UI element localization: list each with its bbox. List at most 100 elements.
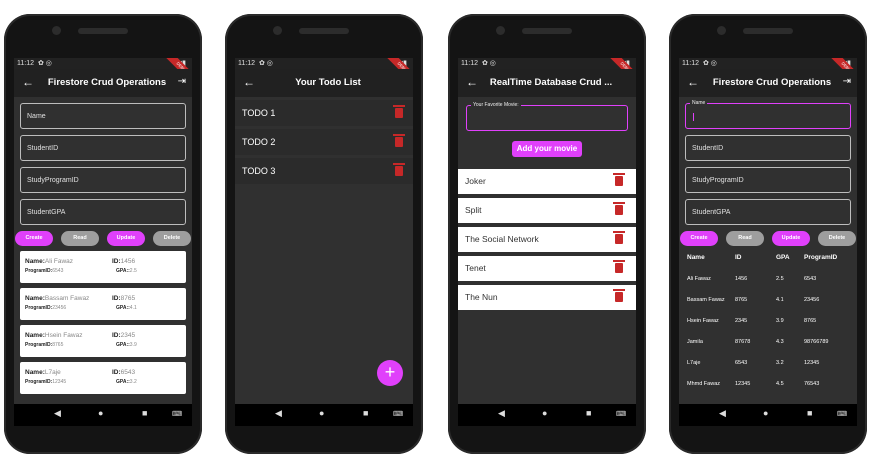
name-label: Name: <box>25 332 45 339</box>
app-bar: ← Firestore Crud Operations ⇥ <box>679 69 857 97</box>
back-arrow-icon[interactable]: ← <box>687 75 699 89</box>
nav-back-icon[interactable]: ◀ <box>54 408 61 419</box>
status-bar: 11:12✿ ◎ ▾◢▮ DEBUG <box>235 58 413 85</box>
nav-home-icon[interactable]: ● <box>319 408 324 418</box>
update-button[interactable]: Update <box>107 231 145 246</box>
cell-program: 8765 <box>804 317 817 324</box>
movie-item[interactable]: The Social Network <box>458 227 636 252</box>
cell-name: Bassam Fawaz <box>687 296 725 303</box>
status-time: 11:12 <box>238 60 255 67</box>
keyboard-icon[interactable]: ⌨ <box>393 410 403 418</box>
logout-icon[interactable]: ⇥ <box>178 76 186 87</box>
name-label: Name: <box>25 258 45 265</box>
student-card[interactable]: Name:L7aje ProgramID:12345 ID:6543 GPA::… <box>20 362 186 394</box>
table-row[interactable]: L7aje 6543 3.2 12345 <box>683 352 841 373</box>
student-id: 1456 <box>120 258 136 265</box>
table-row[interactable]: Mhmd Fawaz 12345 4.5 76543 <box>683 373 841 394</box>
table-row[interactable]: Hsein Fawaz 2345 3.9 8765 <box>683 310 841 331</box>
name-field[interactable]: Name <box>685 100 851 129</box>
camera <box>273 26 282 35</box>
page-title: Your Todo List <box>295 77 361 88</box>
table-row[interactable]: Jamila 87678 4.3 98766789 <box>683 331 841 352</box>
android-nav-bar: ◀ ● ■ ⌨ <box>458 404 636 426</box>
todo-item[interactable]: TODO 3 <box>235 158 413 184</box>
cell-gpa: 4.1 <box>776 296 784 303</box>
movie-item[interactable]: Joker <box>458 169 636 194</box>
movie-item[interactable]: The Nun <box>458 285 636 310</box>
keyboard-icon[interactable]: ⌨ <box>616 410 626 418</box>
keyboard-icon[interactable]: ⌨ <box>172 410 182 418</box>
nav-back-icon[interactable]: ◀ <box>498 408 505 419</box>
nav-home-icon[interactable]: ● <box>763 408 768 418</box>
table-row[interactable]: Ali Fawaz 1456 2.5 6543 <box>683 268 841 289</box>
student-card[interactable]: Name:Hsein Fawaz ProgramID:8765 ID:2345 … <box>20 325 186 357</box>
cell-id: 6543 <box>735 359 748 366</box>
read-button[interactable]: Read <box>61 231 99 246</box>
cell-id: 1456 <box>735 275 748 282</box>
camera <box>496 26 505 35</box>
study-program-id-field[interactable]: StudyProgramID <box>685 167 851 193</box>
cell-name: Mhmd Fawaz <box>687 380 721 387</box>
nav-recents-icon[interactable]: ■ <box>363 408 368 418</box>
delete-button[interactable]: Delete <box>818 231 856 246</box>
screen: 11:12✿ ◎ ▾◢▮ DEBUG ← Firestore Crud Oper… <box>14 58 192 426</box>
back-arrow-icon[interactable]: ← <box>243 75 255 89</box>
delete-button[interactable]: Delete <box>153 231 191 246</box>
keyboard-icon[interactable]: ⌨ <box>837 410 847 418</box>
add-todo-button[interactable]: + <box>377 360 403 386</box>
nav-home-icon[interactable]: ● <box>542 408 547 418</box>
create-button[interactable]: Create <box>680 231 718 246</box>
student-gpa-field[interactable]: StudentGPA <box>685 199 851 225</box>
back-arrow-icon[interactable]: ← <box>22 75 34 89</box>
trash-icon[interactable] <box>393 163 405 176</box>
page-title: Firestore Crud Operations <box>712 77 832 88</box>
back-arrow-icon[interactable]: ← <box>466 75 478 89</box>
logout-icon[interactable]: ⇥ <box>843 76 851 87</box>
movie-item[interactable]: Split <box>458 198 636 223</box>
read-button[interactable]: Read <box>726 231 764 246</box>
trash-icon[interactable] <box>613 260 625 273</box>
program-label: ProgramID: <box>25 268 53 274</box>
study-program-id-field[interactable]: StudyProgramID <box>20 167 186 193</box>
todo-item[interactable]: TODO 2 <box>235 129 413 155</box>
table-row[interactable]: Bassam Fawaz 8765 4.1 23456 <box>683 289 841 310</box>
trash-icon[interactable] <box>393 105 405 118</box>
nav-back-icon[interactable]: ◀ <box>719 408 726 419</box>
nav-home-icon[interactable]: ● <box>98 408 103 418</box>
todo-label: TODO 2 <box>242 137 276 147</box>
todo-label: TODO 3 <box>242 166 276 176</box>
settings-icon: ✿ ◎ <box>482 60 496 67</box>
student-card[interactable]: Name:Ali Fawaz ProgramID:6543 ID:1456 GP… <box>20 251 186 283</box>
trash-icon[interactable] <box>613 231 625 244</box>
add-movie-button[interactable]: Add your movie <box>512 141 582 157</box>
movie-item[interactable]: Tenet <box>458 256 636 281</box>
todo-item[interactable]: TODO 1 <box>235 100 413 126</box>
student-id-field[interactable]: StudentID <box>20 135 186 161</box>
speaker <box>743 28 793 34</box>
nav-recents-icon[interactable]: ■ <box>586 408 591 418</box>
nav-recents-icon[interactable]: ■ <box>807 408 812 418</box>
student-gpa-field[interactable]: StudentGPA <box>20 199 186 225</box>
student-card[interactable]: Name:Bassam Fawaz ProgramID:23456 ID:876… <box>20 288 186 320</box>
update-button[interactable]: Update <box>772 231 810 246</box>
movie-title: The Social Network <box>465 234 539 244</box>
screen: 11:12✿ ◎ ▾◢▮ DEBUG ← Firestore Crud Oper… <box>679 58 857 426</box>
nav-recents-icon[interactable]: ■ <box>142 408 147 418</box>
trash-icon[interactable] <box>613 173 625 186</box>
cell-program: 6543 <box>804 275 817 282</box>
create-button[interactable]: Create <box>15 231 53 246</box>
android-nav-bar: ◀ ● ■ ⌨ <box>235 404 413 426</box>
trash-icon[interactable] <box>613 202 625 215</box>
name-field[interactable]: Name <box>20 103 186 129</box>
todo-label: TODO 1 <box>242 108 276 118</box>
trash-icon[interactable] <box>393 134 405 147</box>
settings-icon: ✿ ◎ <box>259 60 273 67</box>
cell-program: 98766789 <box>804 338 829 345</box>
nav-back-icon[interactable]: ◀ <box>275 408 282 419</box>
favorite-movie-input[interactable]: Your Favorite Movie: <box>466 102 628 131</box>
action-buttons: Create Read Update Delete <box>14 231 192 246</box>
id-label: ID: <box>112 295 121 302</box>
trash-icon[interactable] <box>613 289 625 302</box>
student-id-field[interactable]: StudentID <box>685 135 851 161</box>
cell-gpa: 3.9 <box>776 317 784 324</box>
